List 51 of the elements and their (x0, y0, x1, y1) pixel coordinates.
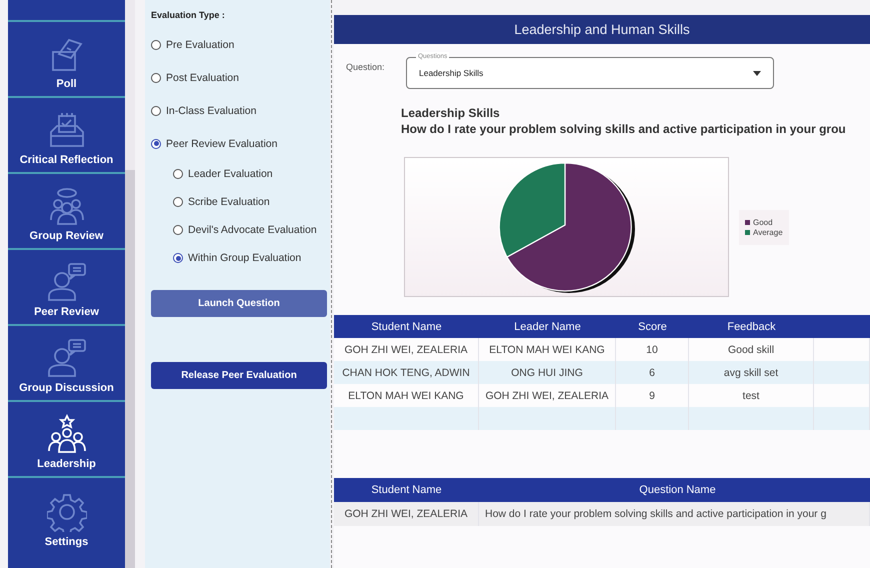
radio-button[interactable] (173, 253, 183, 263)
scrollbar[interactable] (125, 0, 135, 568)
radio-label[interactable]: Within Group Evaluation (188, 252, 302, 264)
action-button[interactable]: Launch Question (151, 290, 327, 317)
column-header: Student Name (370, 483, 443, 498)
settings-icon (46, 492, 86, 532)
person-speech-icon (46, 262, 86, 302)
page-title: Leadership and Human Skills (514, 22, 690, 37)
nav-label: Settings (44, 536, 88, 548)
dropdown-value: Leadership Skills (419, 68, 484, 78)
question-heading: Leadership Skills (401, 106, 501, 120)
column-header: Score (637, 320, 668, 334)
radio-button[interactable] (151, 72, 161, 82)
nav-label: Group Discussion (19, 382, 114, 394)
caret-icon (753, 70, 761, 76)
team-star-icon (46, 414, 86, 454)
radio-label[interactable]: Pre Evaluation (166, 38, 234, 50)
question-label: Question: (346, 61, 386, 72)
column-header: Feedback (726, 320, 777, 334)
question-text: How do I rate your problem solving skills and active participation in your grou (401, 122, 847, 136)
table-cell: How do I rate your problem solving skills and active participation in your g (479, 502, 870, 526)
radio-label[interactable]: Scribe Evaluation (188, 196, 270, 208)
nav-item[interactable]: Settings (8, 478, 125, 554)
nav-label: Critical Reflection (20, 154, 114, 166)
person-speech-icon (46, 338, 86, 378)
radio-button[interactable] (173, 225, 183, 235)
radio-label[interactable]: Peer Review Evaluation (166, 138, 278, 150)
legend-label: Average (753, 228, 783, 236)
radio-label[interactable]: Leader Evaluation (188, 168, 273, 180)
column-header: Student Name (370, 320, 443, 334)
radio-label[interactable]: Devil's Advocate Evaluation (188, 224, 317, 236)
column-header: Question Name (638, 483, 717, 498)
radio-button[interactable] (173, 169, 183, 179)
nav-label: Peer Review (34, 306, 99, 318)
radio-label[interactable]: Post Evaluation (166, 72, 239, 84)
nav-label: Leadership (37, 458, 96, 470)
table-row[interactable]: GOH ZHI WEI, ZEALERIA How do I rate your problem solving skills and active participation in your g (334, 502, 870, 526)
nav-label: Group Review (30, 230, 104, 242)
nav-label: Poll (56, 78, 77, 90)
table-cell: GOH ZHI WEI, ZEALERIA (334, 502, 479, 526)
table-row[interactable]: CHAN HOK TENG, ADWIN ONG HUI JING 6 avg skill set (334, 361, 870, 384)
radio-button[interactable] (173, 197, 183, 207)
action-button[interactable]: Release Peer Evaluation (151, 362, 327, 389)
legend-label: Good (753, 218, 773, 226)
radio-button[interactable] (151, 138, 161, 148)
radio-button[interactable] (151, 40, 161, 50)
radio-button[interactable] (151, 106, 161, 116)
radio-label[interactable]: In-Class Evaluation (166, 104, 256, 116)
scroll-thumb[interactable] (125, 0, 135, 170)
section-label: Evaluation Type : (151, 10, 226, 20)
column-header: Leader Name (513, 320, 582, 334)
